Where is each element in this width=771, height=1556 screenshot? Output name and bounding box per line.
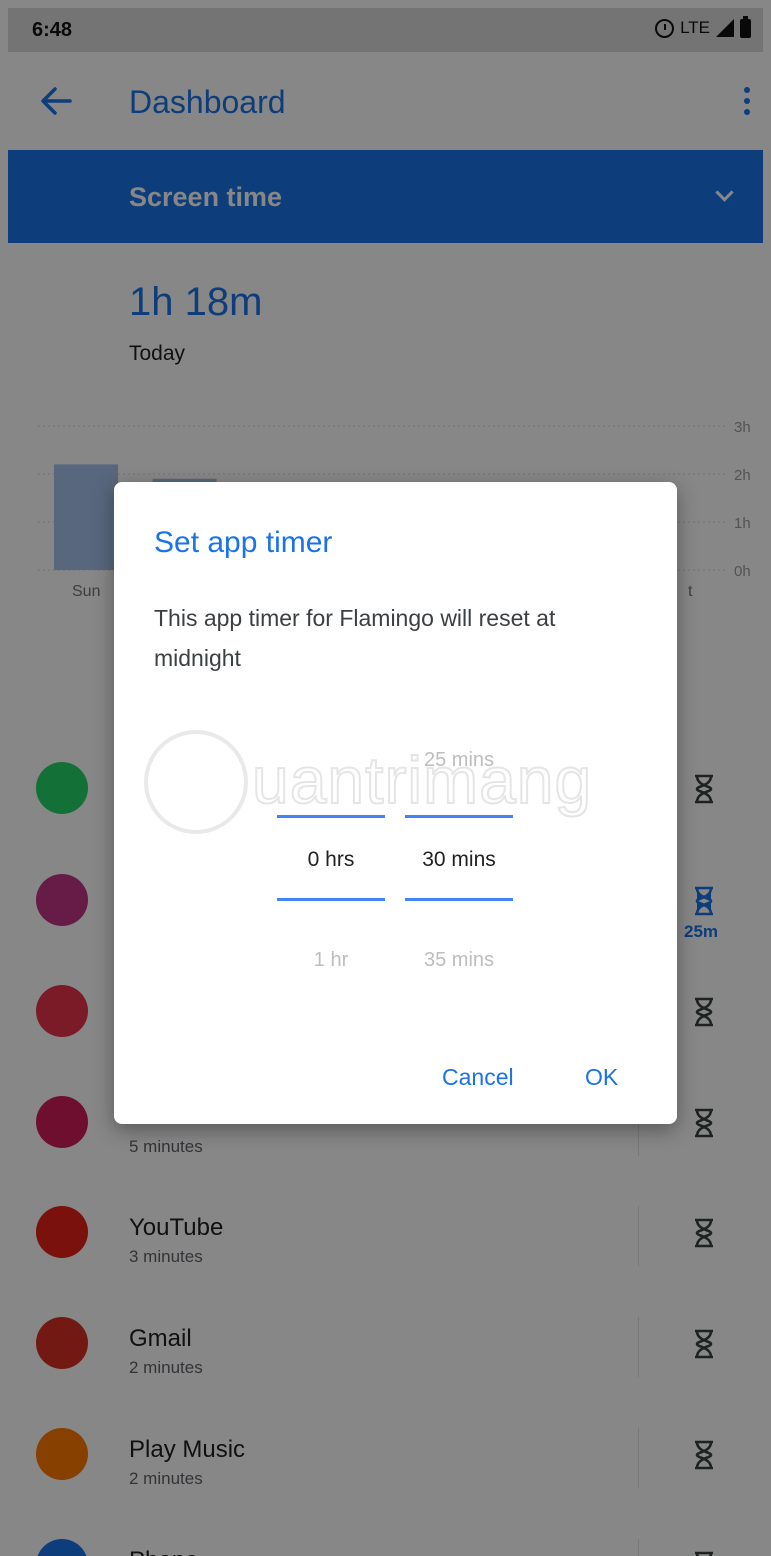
dialog-message: This app timer for Flamingo will reset a… [154,605,556,671]
set-app-timer-dialog: Set app timer This app timer for Flaming… [114,482,677,1124]
ok-button[interactable]: OK [585,1064,618,1091]
hours-picker-bottom-line [277,898,385,901]
minutes-picker-top-line [405,815,513,818]
hours-option-below[interactable]: 1 hr [277,949,385,972]
lightbulb-icon [144,730,248,834]
hours-option-selected[interactable]: 0 hrs [277,848,385,872]
minutes-option-selected[interactable]: 30 mins [405,848,513,872]
minutes-option-above[interactable]: 25 mins [405,749,513,772]
cancel-button[interactable]: Cancel [442,1064,514,1091]
dialog-title: Set app timer [154,526,333,559]
watermark-logo: uantrimang [134,722,654,842]
hours-picker-top-line [277,815,385,818]
minutes-picker-bottom-line [405,898,513,901]
minutes-option-below[interactable]: 35 mins [405,949,513,972]
